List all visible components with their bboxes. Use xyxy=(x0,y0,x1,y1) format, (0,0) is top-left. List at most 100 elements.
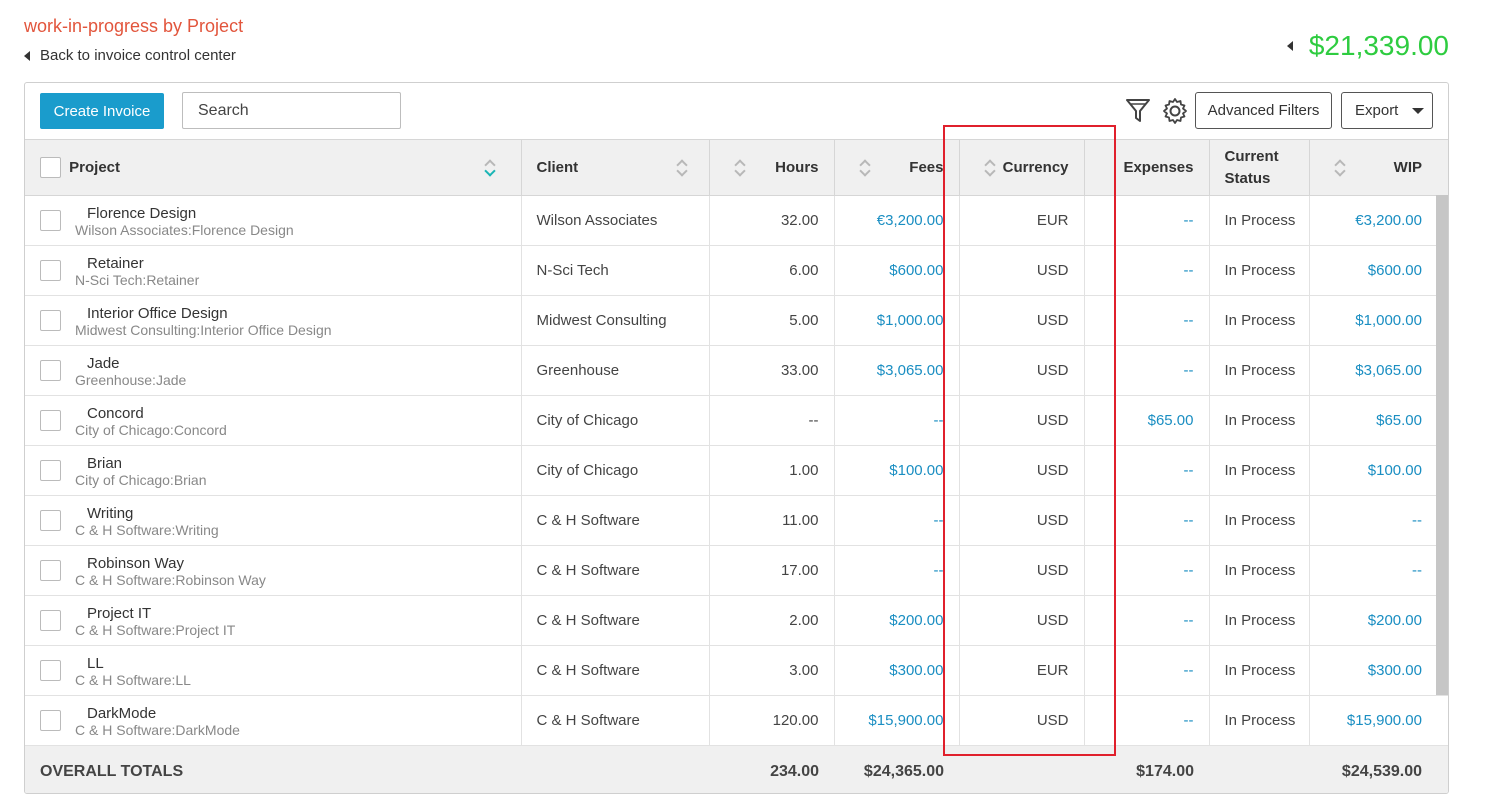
row-checkbox[interactable] xyxy=(40,460,61,481)
project-cell[interactable]: Concord City of Chicago:Concord xyxy=(25,395,522,446)
sort-icon[interactable] xyxy=(858,157,872,179)
column-header-client[interactable]: Client xyxy=(521,139,710,196)
sort-icon[interactable] xyxy=(675,157,689,179)
fees-cell[interactable]: $15,900.00 xyxy=(834,695,960,746)
wip-cell[interactable]: $3,065.00 xyxy=(1309,345,1448,396)
expenses-cell[interactable]: -- xyxy=(1084,345,1210,396)
wip-cell[interactable]: $15,900.00 xyxy=(1309,695,1448,746)
project-name[interactable]: Writing xyxy=(87,505,133,522)
expenses-cell[interactable]: $65.00 xyxy=(1084,395,1210,446)
project-cell[interactable]: Interior Office Design Midwest Consultin… xyxy=(25,295,522,346)
expenses-cell[interactable]: -- xyxy=(1084,495,1210,546)
project-cell[interactable]: Retainer N-Sci Tech:Retainer xyxy=(25,245,522,296)
row-checkbox[interactable] xyxy=(40,510,61,531)
column-header-project[interactable]: Project xyxy=(25,139,522,196)
fees-cell[interactable]: -- xyxy=(834,395,960,446)
row-checkbox[interactable] xyxy=(40,410,61,431)
column-header-status[interactable]: Current Status xyxy=(1209,139,1310,196)
column-header-expenses[interactable]: Expenses xyxy=(1084,139,1210,196)
table-row[interactable]: Interior Office Design Midwest Consultin… xyxy=(25,295,1448,346)
wip-cell[interactable]: $300.00 xyxy=(1309,645,1448,696)
wip-cell[interactable]: $65.00 xyxy=(1309,395,1448,446)
row-checkbox[interactable] xyxy=(40,310,61,331)
project-name[interactable]: Robinson Way xyxy=(87,555,184,572)
project-cell[interactable]: Robinson Way C & H Software:Robinson Way xyxy=(25,545,522,596)
fees-cell[interactable]: $300.00 xyxy=(834,645,960,696)
advanced-filters-button[interactable]: Advanced Filters xyxy=(1195,92,1332,129)
wip-cell[interactable]: $600.00 xyxy=(1309,245,1448,296)
project-name[interactable]: Retainer xyxy=(87,255,144,272)
wip-cell[interactable]: -- xyxy=(1309,545,1448,596)
row-checkbox[interactable] xyxy=(40,660,61,681)
column-header-currency[interactable]: Currency xyxy=(959,139,1085,196)
project-cell[interactable]: Brian City of Chicago:Brian xyxy=(25,445,522,496)
sort-icon[interactable] xyxy=(983,157,997,179)
table-row[interactable]: Jade Greenhouse:Jade Greenhouse 33.00 $3… xyxy=(25,345,1448,396)
back-link[interactable]: Back to invoice control center xyxy=(24,47,236,64)
sort-icon[interactable] xyxy=(484,157,497,179)
scrollbar[interactable] xyxy=(1436,195,1448,695)
expenses-cell[interactable]: -- xyxy=(1084,695,1210,746)
wip-cell[interactable]: €3,200.00 xyxy=(1309,195,1448,246)
expenses-cell[interactable]: -- xyxy=(1084,645,1210,696)
project-name[interactable]: Florence Design xyxy=(87,205,196,222)
fees-cell[interactable]: -- xyxy=(834,495,960,546)
expenses-cell[interactable]: -- xyxy=(1084,445,1210,496)
wip-cell[interactable]: -- xyxy=(1309,495,1448,546)
project-cell[interactable]: Project IT C & H Software:Project IT xyxy=(25,595,522,646)
expenses-cell[interactable]: -- xyxy=(1084,545,1210,596)
row-checkbox[interactable] xyxy=(40,710,61,731)
expenses-cell[interactable]: -- xyxy=(1084,295,1210,346)
row-checkbox[interactable] xyxy=(40,210,61,231)
caret-left-icon[interactable] xyxy=(1286,41,1293,51)
fees-cell[interactable]: $3,065.00 xyxy=(834,345,960,396)
row-checkbox[interactable] xyxy=(40,610,61,631)
create-invoice-button[interactable]: Create Invoice xyxy=(40,93,164,129)
export-button[interactable]: Export xyxy=(1341,92,1433,129)
sort-icon[interactable] xyxy=(733,157,747,179)
fees-cell[interactable]: $100.00 xyxy=(834,445,960,496)
sort-icon[interactable] xyxy=(1333,157,1347,179)
column-header-fees[interactable]: Fees xyxy=(834,139,960,196)
project-name[interactable]: Brian xyxy=(87,455,122,472)
fees-cell[interactable]: €3,200.00 xyxy=(834,195,960,246)
table-row[interactable]: LL C & H Software:LL C & H Software 3.00… xyxy=(25,645,1448,696)
column-header-hours[interactable]: Hours xyxy=(709,139,835,196)
table-row[interactable]: Retainer N-Sci Tech:Retainer N-Sci Tech … xyxy=(25,245,1448,296)
column-header-wip[interactable]: WIP xyxy=(1309,139,1448,196)
select-all-checkbox[interactable] xyxy=(40,157,61,178)
expenses-cell[interactable]: -- xyxy=(1084,195,1210,246)
wip-cell[interactable]: $200.00 xyxy=(1309,595,1448,646)
table-row[interactable]: DarkMode C & H Software:DarkMode C & H S… xyxy=(25,695,1448,746)
table-row[interactable]: Brian City of Chicago:Brian City of Chic… xyxy=(25,445,1448,496)
project-name[interactable]: Project IT xyxy=(87,605,151,622)
table-row[interactable]: Robinson Way C & H Software:Robinson Way… xyxy=(25,545,1448,596)
project-name[interactable]: Concord xyxy=(87,405,144,422)
expenses-cell[interactable]: -- xyxy=(1084,245,1210,296)
fees-cell[interactable]: -- xyxy=(834,545,960,596)
table-row[interactable]: Project IT C & H Software:Project IT C &… xyxy=(25,595,1448,646)
project-cell[interactable]: DarkMode C & H Software:DarkMode xyxy=(25,695,522,746)
project-cell[interactable]: LL C & H Software:LL xyxy=(25,645,522,696)
row-checkbox[interactable] xyxy=(40,360,61,381)
table-row[interactable]: Concord City of Chicago:Concord City of … xyxy=(25,395,1448,446)
filter-icon[interactable] xyxy=(1125,97,1151,125)
row-checkbox[interactable] xyxy=(40,260,61,281)
fees-cell[interactable]: $600.00 xyxy=(834,245,960,296)
wip-cell[interactable]: $100.00 xyxy=(1309,445,1448,496)
project-cell[interactable]: Writing C & H Software:Writing xyxy=(25,495,522,546)
search-input[interactable] xyxy=(182,92,401,129)
project-cell[interactable]: Jade Greenhouse:Jade xyxy=(25,345,522,396)
project-name[interactable]: Jade xyxy=(87,355,120,372)
wip-cell[interactable]: $1,000.00 xyxy=(1309,295,1448,346)
table-row[interactable]: Florence Design Wilson Associates:Floren… xyxy=(25,195,1448,246)
fees-cell[interactable]: $1,000.00 xyxy=(834,295,960,346)
row-checkbox[interactable] xyxy=(40,560,61,581)
project-name[interactable]: Interior Office Design xyxy=(87,305,228,322)
project-name[interactable]: DarkMode xyxy=(87,705,156,722)
project-cell[interactable]: Florence Design Wilson Associates:Floren… xyxy=(25,195,522,246)
fees-cell[interactable]: $200.00 xyxy=(834,595,960,646)
project-name[interactable]: LL xyxy=(87,655,104,672)
gear-icon[interactable] xyxy=(1161,97,1189,125)
expenses-cell[interactable]: -- xyxy=(1084,595,1210,646)
